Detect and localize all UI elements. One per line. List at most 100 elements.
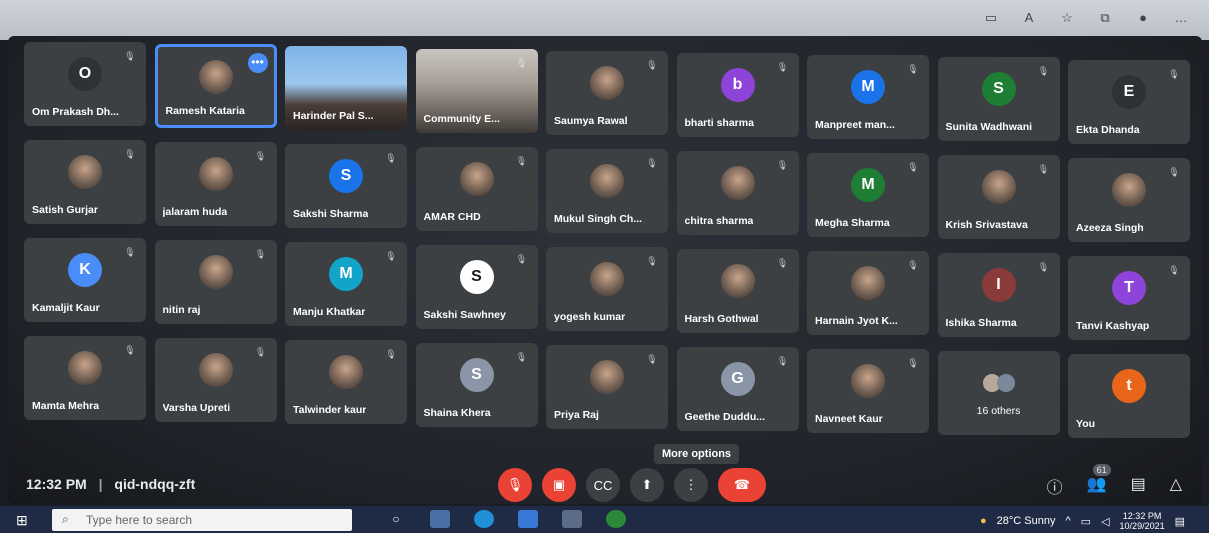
chrome-icon[interactable] [606, 510, 626, 528]
more-options-button[interactable]: ⋮ [674, 468, 708, 502]
participant-name: Manju Khatkar [293, 306, 366, 319]
participant-name: Navneet Kaur [815, 413, 883, 426]
meeting-details-button[interactable]: ⓘ [1047, 474, 1063, 498]
muted-mic-icon: 🎙 [1037, 164, 1050, 175]
participant-tile[interactable]: S 🎙 Sunita Wadhwani [937, 57, 1060, 142]
participant-tile[interactable]: Harinder Pal S... [285, 46, 407, 131]
participant-tile[interactable]: E 🎙 Ekta Dhanda [1068, 59, 1190, 144]
participant-avatar: K [68, 252, 102, 287]
participant-name: bharti sharma [684, 117, 754, 129]
participant-tile[interactable]: S 🎙 Sakshi Sawhney [415, 244, 538, 329]
participant-tile[interactable]: K 🎙 Kamaljit Kaur [24, 238, 146, 322]
participant-tile[interactable]: 🎙 jalaram huda [154, 142, 277, 227]
participant-tile[interactable]: I 🎙 Ishika Sharma [937, 253, 1060, 338]
participant-tile[interactable]: 🎙 Krish Srivastava [937, 155, 1060, 240]
notifications-icon[interactable]: ▤ [1175, 515, 1185, 528]
network-icon[interactable]: ▭ [1081, 515, 1091, 528]
profile-icon[interactable]: ● [1135, 10, 1151, 26]
participant-tile[interactable]: 🎙 nitin raj [154, 240, 277, 325]
cortana-icon[interactable]: ○ [386, 510, 406, 528]
participant-avatar: S [459, 259, 494, 294]
more-vert-icon: ⋮ [684, 477, 698, 492]
taskbar-search-box[interactable]: ⌕ Type here to search [52, 509, 352, 531]
chat-button[interactable]: ▤ [1131, 474, 1146, 498]
muted-mic-icon: 🎙 [907, 260, 919, 271]
participant-avatar: I [981, 268, 1016, 303]
camera-indicator-icon[interactable]: ▭ [983, 10, 999, 26]
participant-name: Priya Raj [554, 408, 599, 421]
participant-tile[interactable]: S 🎙 Sakshi Sharma [285, 144, 407, 229]
participant-tile[interactable]: 🎙 Mamta Mehra [24, 336, 146, 420]
participant-tile[interactable]: T 🎙 Tanvi Kashyap [1068, 255, 1190, 340]
captions-button[interactable]: CC [586, 468, 620, 502]
read-aloud-icon[interactable]: A [1021, 10, 1037, 26]
browser-menu-icon[interactable]: … [1173, 10, 1189, 26]
participant-tile[interactable]: 🎙 AMAR CHD [415, 146, 538, 231]
muted-mic-icon: 🎙 [124, 149, 136, 159]
participant-avatar [198, 59, 233, 94]
participant-tile[interactable]: t You [1068, 353, 1190, 438]
info-icon: ⓘ [1046, 480, 1063, 497]
participant-tile[interactable]: b 🎙 bharti sharma [676, 53, 799, 137]
participant-avatar: S [459, 357, 494, 392]
taskbar-clock[interactable]: 12:32 PM 10/29/2021 [1120, 511, 1165, 531]
participant-tile[interactable]: 🎙 Saumya Rawal [546, 50, 668, 135]
volume-icon[interactable]: ◁ [1101, 515, 1109, 528]
present-icon: ⬆ [641, 477, 653, 492]
participant-tile[interactable]: 🎙 Community E... [415, 48, 538, 133]
weather-text[interactable]: 28°C Sunny [997, 515, 1056, 527]
windows-start-icon[interactable]: ⊞ [16, 512, 32, 528]
participant-tile[interactable]: 16 others [937, 351, 1060, 436]
participant-avatar: S [329, 159, 363, 194]
participant-tile[interactable]: 🎙 Harsh Gothwal [676, 249, 799, 333]
participant-tile[interactable]: 🎙 Varsha Upreti [154, 338, 277, 423]
camera-toggle-button[interactable]: ▣ [542, 468, 576, 502]
participant-tile[interactable]: 🎙 Satish Gurjar [24, 140, 146, 224]
participant-tile[interactable]: ••• Ramesh Kataria [154, 44, 277, 129]
participant-tile[interactable]: O 🎙 Om Prakash Dh... [24, 42, 146, 126]
microphone-toggle-button[interactable]: 🎙 [498, 468, 532, 502]
participant-tile[interactable]: 🎙 Navneet Kaur [807, 349, 929, 434]
collections-icon[interactable]: ⧉ [1097, 10, 1113, 26]
muted-mic-icon: 🎙 [907, 358, 919, 369]
file-explorer-icon[interactable] [518, 510, 538, 528]
participant-tile[interactable]: 🎙 yogesh kumar [546, 246, 668, 331]
participant-tile[interactable]: 🎙 Priya Raj [546, 344, 668, 429]
muted-mic-icon: 🎙 [124, 247, 136, 257]
participant-tile[interactable]: M 🎙 Megha Sharma [807, 153, 929, 238]
participant-avatar [590, 163, 624, 198]
tile-more-options-button[interactable]: ••• [247, 53, 268, 74]
people-button[interactable]: 61 👥 [1087, 464, 1111, 498]
muted-mic-icon: 🎙 [776, 258, 789, 268]
windows-taskbar: ⊞ ⌕ Type here to search ○ ● 28°C Sunny ^… [0, 506, 1209, 533]
meeting-info-separator: | [98, 476, 103, 492]
store-icon[interactable] [562, 510, 582, 528]
participant-tile[interactable]: 🎙 Talwinder kaur [285, 340, 407, 425]
muted-mic-icon: 🎙 [646, 59, 658, 70]
participant-tile[interactable]: M 🎙 Manju Khatkar [285, 242, 407, 327]
muted-mic-icon: 🎙 [776, 356, 789, 366]
clock-date: 10/29/2021 [1119, 521, 1165, 531]
participant-tile[interactable]: 🎙 Harnain Jyot K... [807, 251, 929, 336]
participant-tile[interactable]: 🎙 chitra sharma [676, 151, 799, 235]
edge-browser-icon[interactable] [474, 510, 494, 528]
tray-chevron-icon[interactable]: ^ [1066, 515, 1071, 527]
participant-tile[interactable]: M 🎙 Manpreet man... [807, 55, 929, 140]
participant-grid: O 🎙 Om Prakash Dh... ••• Ramesh Kataria Harin… [24, 42, 1194, 442]
leave-call-button[interactable]: ☎ [718, 468, 766, 502]
participant-tile[interactable]: G 🎙 Geethe Duddu... [676, 347, 799, 431]
meeting-info: 12:32 PM | qid-ndqq-zft [26, 476, 195, 492]
participant-tile[interactable]: 🎙 Azeeza Singh [1068, 157, 1190, 242]
participant-avatar [590, 65, 624, 100]
activities-button[interactable]: △ [1170, 474, 1182, 498]
participant-name: Megha Sharma [815, 217, 890, 230]
participant-name: Sunita Wadhwani [945, 121, 1033, 134]
muted-mic-icon: 🎙 [646, 353, 658, 364]
favorites-star-icon[interactable]: ☆ [1059, 10, 1075, 26]
present-button[interactable]: ⬆ [630, 468, 664, 502]
participant-name: Krish Srivastava [945, 219, 1028, 232]
task-view-icon[interactable] [430, 510, 450, 528]
participant-tile[interactable]: 🎙 Mukul Singh Ch... [546, 148, 668, 233]
participant-tile[interactable]: S 🎙 Shaina Khera [415, 342, 538, 427]
meeting-side-controls: ⓘ 61 👥 ▤ △ [1047, 464, 1182, 498]
